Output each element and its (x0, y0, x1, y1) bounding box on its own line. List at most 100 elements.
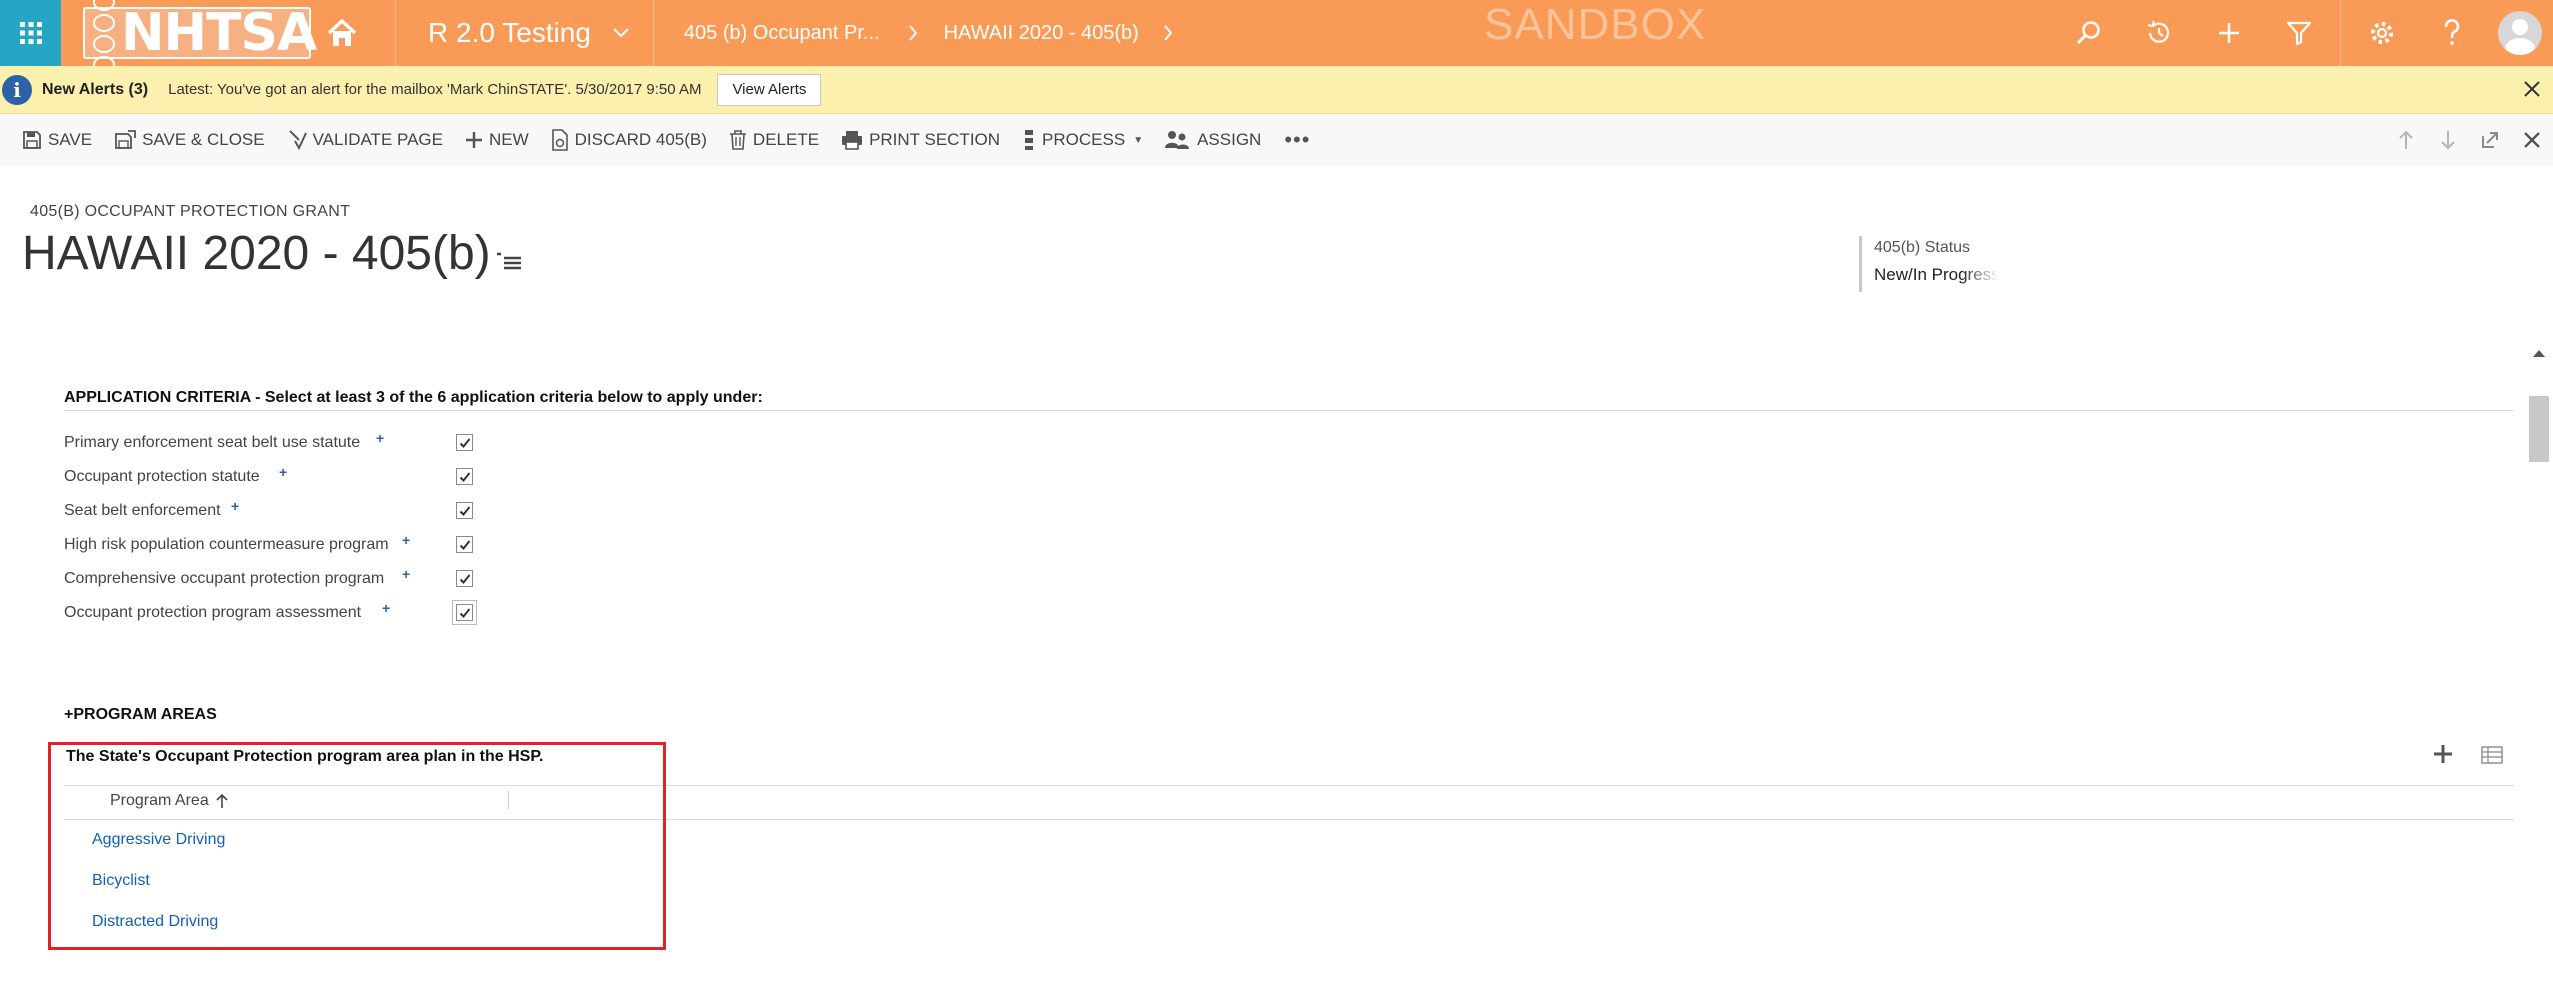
waffle-grid-icon (19, 22, 42, 44)
required-indicator: + (402, 532, 411, 548)
top-navigation-bar: NHTSA R 2.0 Testing 405 (b) Occupant Pr.… (0, 0, 2553, 74)
pop-out-button[interactable] (2469, 114, 2511, 166)
form-scrollbar[interactable] (2527, 344, 2551, 997)
advanced-find-button[interactable] (2264, 0, 2334, 66)
close-icon (2524, 132, 2540, 148)
nhtsa-logo[interactable]: NHTSA (61, 0, 359, 74)
criteria-section-title: APPLICATION CRITERIA - Select at least 3… (64, 389, 763, 406)
add-program-area-button[interactable] (2433, 744, 2453, 769)
validate-page-button[interactable]: VALIDATE PAGE (276, 114, 454, 166)
settings-button[interactable] (2347, 0, 2417, 66)
checkmark-icon (459, 437, 470, 448)
plus-icon (465, 132, 482, 148)
help-icon (2444, 19, 2460, 45)
required-indicator: + (382, 600, 391, 616)
view-records-button[interactable] (2481, 746, 2503, 769)
save-button[interactable]: SAVE (0, 114, 103, 166)
checkmark-icon (459, 471, 470, 482)
discard-document-icon (551, 129, 568, 151)
search-icon (2076, 21, 2100, 45)
save-icon (23, 131, 41, 149)
printer-icon (842, 131, 863, 150)
plus-icon (2219, 23, 2239, 43)
command-bar: SAVE SAVE & CLOSE VALIDATE PAGE NEW DISC… (0, 114, 2553, 166)
checkmark-icon (459, 573, 470, 584)
close-alert-button[interactable] (2517, 74, 2547, 104)
alert-count: New Alerts (3) (42, 80, 149, 98)
grid-view-icon (2481, 746, 2503, 764)
scroll-up-icon[interactable] (2531, 348, 2547, 358)
breadcrumb-current[interactable]: HAWAII 2020 - 405(b) (944, 22, 1139, 45)
section-divider (64, 410, 2514, 411)
save-label: SAVE (48, 130, 93, 149)
breadcrumb-parent[interactable]: 405 (b) Occupant Pr... (684, 22, 880, 45)
save-close-icon (115, 130, 136, 149)
close-record-button[interactable] (2511, 114, 2553, 166)
print-section-button[interactable]: PRINT SECTION (830, 114, 1011, 166)
process-button[interactable]: PROCESS ▼ (1011, 114, 1154, 166)
assign-button[interactable]: ASSIGN (1154, 114, 1272, 166)
scroll-thumb[interactable] (2529, 396, 2549, 462)
more-commands-button[interactable]: ••• (1272, 114, 1322, 166)
new-button[interactable]: NEW (454, 114, 540, 166)
top-divider (2340, 0, 2341, 66)
area-title[interactable]: R 2.0 Testing (428, 17, 591, 49)
search-button[interactable] (2054, 0, 2124, 66)
validate-label: VALIDATE PAGE (312, 130, 443, 149)
view-alerts-button[interactable]: View Alerts (717, 73, 822, 106)
criteria-row: High risk population countermeasure prog… (64, 532, 484, 566)
status-value: New/In Progress (1874, 265, 1999, 284)
gear-icon (2371, 22, 2393, 44)
nav-divider (652, 0, 654, 66)
program-areas-section-title[interactable]: +PROGRAM AREAS (64, 706, 217, 724)
criteria-row: Comprehensive occupant protection progra… (64, 566, 484, 600)
criteria-checkbox[interactable] (456, 434, 473, 451)
avatar-icon (2498, 11, 2542, 55)
user-profile-button[interactable] (2487, 0, 2553, 66)
home-icon[interactable] (325, 16, 359, 50)
chevron-right-icon (908, 25, 917, 41)
previous-record-button[interactable] (2385, 114, 2427, 166)
save-and-close-button[interactable]: SAVE & CLOSE (103, 114, 276, 166)
criteria-checkbox[interactable] (456, 468, 473, 485)
criteria-row: Occupant protection program assessment + (64, 600, 484, 634)
criteria-checkbox[interactable] (452, 600, 477, 625)
close-icon (2524, 81, 2540, 97)
delete-label: DELETE (752, 130, 820, 149)
delete-button[interactable]: DELETE (718, 114, 830, 166)
required-indicator: + (376, 430, 385, 446)
criteria-label: High risk population countermeasure prog… (64, 536, 389, 553)
chevron-down-icon[interactable] (613, 28, 629, 38)
assign-label: ASSIGN (1197, 130, 1262, 149)
criteria-row: Primary enforcement seat belt use statut… (64, 430, 484, 464)
discard-button[interactable]: DISCARD 405(B) (540, 114, 718, 166)
criteria-row: Occupant protection statute + (64, 464, 484, 498)
notification-bar: i New Alerts (3) Latest: You've got an a… (0, 66, 2553, 114)
chevron-right-icon[interactable] (1163, 25, 1173, 41)
next-record-button[interactable] (2427, 114, 2469, 166)
status-label: 405(b) Status (1874, 239, 1971, 256)
record-title: HAWAII 2020 - 405(b) (22, 227, 491, 280)
filter-icon (2286, 21, 2312, 46)
trash-icon (729, 130, 746, 150)
criteria-label: Occupant protection program assessment (64, 604, 362, 621)
app-launcher-button[interactable] (0, 0, 61, 66)
info-icon: i (2, 74, 32, 105)
validate-icon (288, 130, 307, 151)
checkmark-icon (459, 539, 470, 550)
recent-button[interactable] (2124, 0, 2194, 66)
nhtsa-seal-icon (93, 0, 115, 74)
create-button[interactable] (2194, 0, 2264, 66)
required-indicator: + (279, 464, 288, 480)
criteria-checkbox[interactable] (456, 570, 473, 587)
criteria-checkbox[interactable] (456, 536, 473, 553)
header-status-field: 405(b) Status New/In Progress (1859, 236, 1999, 292)
assign-users-icon (1165, 131, 1190, 149)
help-button[interactable] (2417, 0, 2487, 66)
arrow-up-icon (2399, 130, 2413, 149)
form-selector-icon[interactable] (496, 252, 522, 272)
criteria-checkbox[interactable] (456, 502, 473, 519)
criteria-row: Seat belt enforcement + (64, 498, 484, 532)
arrow-down-icon (2441, 131, 2455, 150)
print-label: PRINT SECTION (869, 130, 1001, 149)
